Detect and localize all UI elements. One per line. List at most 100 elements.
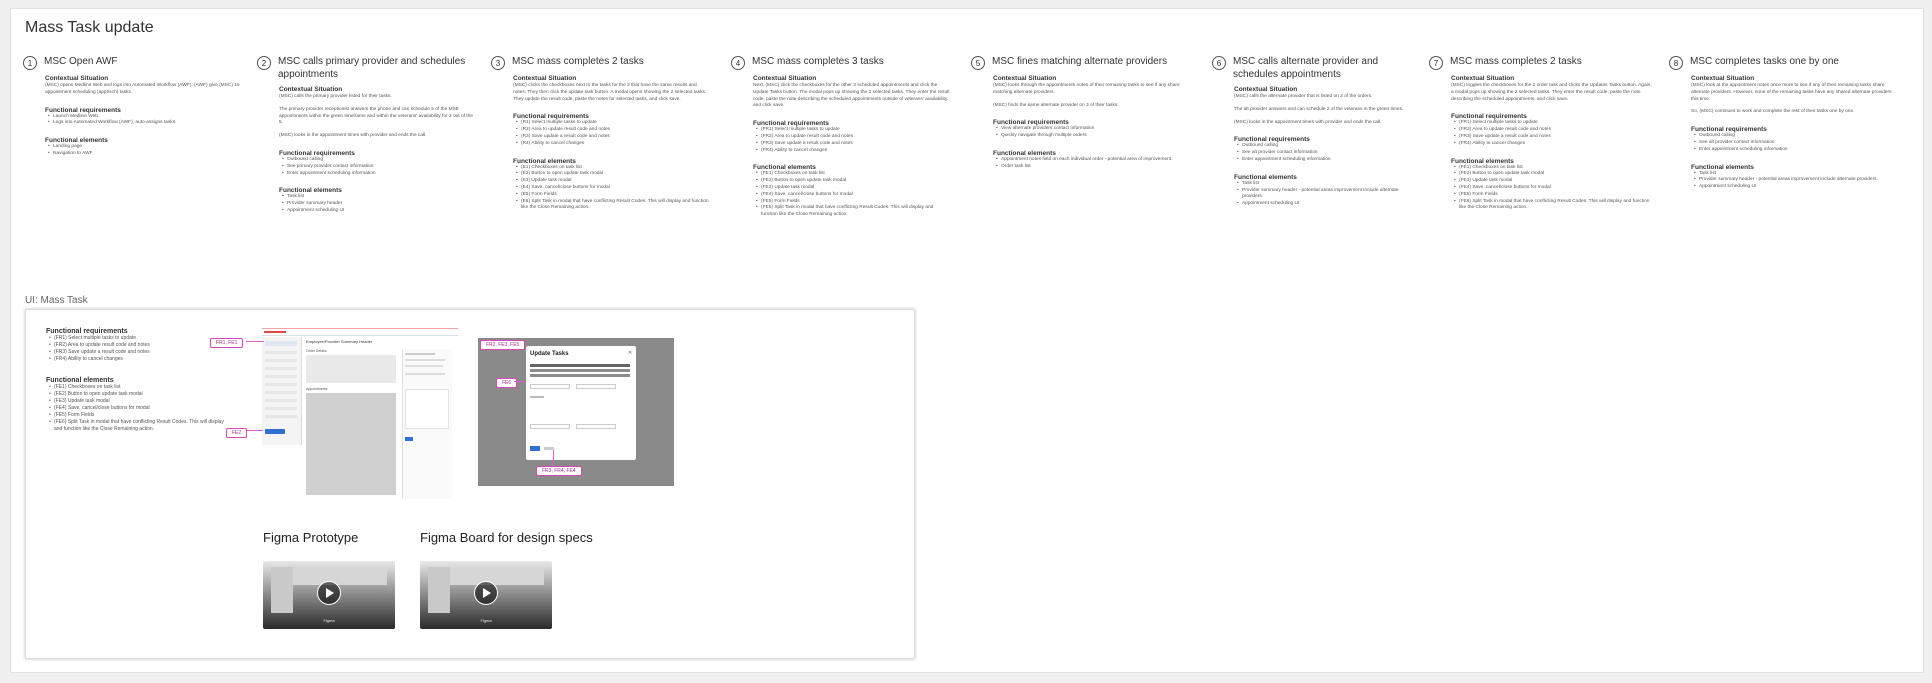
section-heading: Contextual Situation [1234,86,1298,93]
step-number: 2 [257,56,271,70]
step-1: 1 MSC Open AWF Contextual Situation (MSC) o… [23,55,243,158]
task-list-screenshot[interactable]: Employee/Provider Summary Header Order D… [262,328,458,506]
section-heading: Functional elements [1691,163,1754,171]
section-paragraph: (MSC) opens Medline Web and logs into Au… [45,83,240,95]
section-paragraph: Next, (MSC) click the checkboxes for the… [753,83,950,109]
list-item: (FR2) Area to update result code and not… [753,134,951,141]
list-item: Enter appointment scheduling information [1691,147,1894,154]
list-item: (E5) Form Fields [513,192,711,199]
step-2: 2 MSC calls primary provider and schedule… [257,55,477,215]
section-heading: Functional elements [279,187,342,195]
section-heading: Functional elements [993,149,1056,157]
section-heading: Contextual Situation [279,86,343,93]
step-number: 4 [731,56,745,70]
modal-close-icon[interactable]: ✕ [628,350,632,356]
step-number: 3 [491,56,505,70]
list-item: (FR4) Ability to cancel changes [753,148,951,155]
annotation-fr3-fe4: FR3, FR4, FE4 [536,466,582,476]
list-item: (R3) Save update a result code and notes [513,134,711,141]
section-heading: Contextual Situation [1691,75,1755,82]
list-item: (FE3) Update task modal [46,398,226,405]
step-6: 6 MSC calls alternate provider and schedu… [1212,55,1417,208]
section-paragraph: (MSC) looks through the appointments not… [993,83,1180,95]
list-item: (FE3) Update task modal [1451,178,1654,185]
section-paragraph: (MSC) finds the same alternate provider … [993,102,1119,108]
section-paragraph: (MSC) look at the appointment notes once… [1691,83,1892,102]
list-item: (R2) Area to update result code and note… [513,127,711,134]
provider-summary-header: Employee/Provider Summary Header [306,339,373,344]
list-item: See alt provider contact information [1234,150,1417,157]
section-paragraph: (MSC) calls the primary provider listed … [279,94,392,99]
ui-req-list: (FR1) Select multiple tasks to update(FR… [46,335,226,363]
figma-board-video[interactable]: Figma [420,561,552,629]
list-item: Outbound calling [1691,133,1894,140]
list-item: (FE5) Form Fields [1451,192,1654,199]
section-paragraph: (MSC) calls the alternate provider that … [1234,94,1373,99]
list-item: (FR3) Save update a result code and note… [753,141,951,148]
section-heading: Contextual Situation [993,75,1057,82]
list-item: Appointment scheduling UI [1234,201,1417,208]
list-item: (FE1) Checkboxes on task list [46,384,226,391]
step-title: MSC completes tasks one by one [1690,56,1839,67]
section-paragraph: (MSC) toggles the checkboxes for the 2 o… [1451,83,1652,102]
ui-mass-task-panel: Functional requirements (FR1) Select mul… [25,309,915,659]
list-item: (FE3) Update task modal [753,185,951,192]
list-item: Enter appointment scheduling information [1234,157,1417,164]
step-title: MSC Open AWF [44,56,118,67]
list-item: Landing page [45,144,243,151]
list-item: (FE6) Split Task in modal that have conf… [1451,199,1654,213]
play-icon[interactable] [474,581,498,605]
list-item: (R4) Ability to cancel changes [513,141,711,148]
section-heading: Contextual Situation [45,75,109,82]
section-heading: Functional requirements [45,106,121,114]
step-4: 4 MSC mass completes 3 tasks Contextual Si… [731,55,951,219]
list-item: (FE6) Split Task in modal that have conf… [753,205,951,219]
list-item: See alt provider contact information [1691,140,1894,147]
list-item: (E4) Save, cancel/close buttons for moda… [513,185,711,192]
list-item: (FE4) Save, cancel/close buttons for mod… [753,192,951,199]
list-item: (E6) Split Task in modal that have confl… [513,199,711,213]
section-heading: Contextual Situation [513,75,577,82]
list-item: See primary provider contact information [279,164,477,171]
list-item: Appointment notes field on each individu… [993,157,1196,164]
list-item: (FR4) Ability to cancel changes [46,356,226,363]
step-title: MSC fines matching alternate providers [992,56,1168,67]
figma-board-label: Figma Board for design specs [420,530,593,545]
update-tasks-modal-screenshot[interactable]: Update Tasks ✕ [478,338,674,486]
step-number: 1 [23,56,37,70]
list-item: (FR1) Select multiple tasks to update [46,335,226,342]
ui-req-heading: Functional requirements [46,328,128,335]
list-item: Order task list [993,164,1196,171]
figma-caption: Figma [323,618,335,623]
step-number: 6 [1212,56,1226,70]
list-item: (FR1) Select multiple tasks to update [753,127,951,134]
step-7: 7 MSC mass completes 2 tasks Contextual Si… [1429,55,1654,212]
step-number: 8 [1669,56,1683,70]
section-heading: Functional requirements [279,149,355,157]
annotation-fe2: FE2 [226,428,248,438]
step-title: MSC calls primary provider and schedules… [278,56,466,80]
figma-prototype-label: Figma Prototype [263,530,359,545]
list-item: (FE4) Save, cancel/close buttons for mod… [1451,185,1654,192]
appointments-label: Appointments [306,387,328,391]
list-item: Navigation to AWF [45,151,243,158]
list-item: (FR3) Save update a result code and note… [1451,134,1654,141]
list-item: (FE2) Button to open update task modal [753,178,951,185]
ui-requirements-text: Functional requirements (FR1) Select mul… [46,328,226,433]
board-title: Mass Task update [25,19,154,36]
list-item: (FR3) Save update a result code and note… [46,349,226,356]
list-item: Logs into Automated Workflow (AWF), auto… [45,120,243,127]
order-details-label: Order Details [306,349,327,353]
annotation-fr2-fe5: FR2, FE3, FE5 [480,340,526,350]
ui-section-label: UI: Mass Task [25,295,88,306]
step-5: 5 MSC fines matching alternate providers C… [971,55,1196,171]
play-icon[interactable] [317,581,341,605]
list-item: Outbound calling [279,157,477,164]
list-item: (FR2) Area to update result code and not… [46,342,226,349]
section-paragraph: The alt provider answers and can schedul… [1234,106,1404,112]
list-item: (FR4) Ability to cancel changes [1451,141,1654,148]
figma-caption: Figma [480,618,492,623]
figma-prototype-video[interactable]: Figma [263,561,395,629]
list-item: (FR2) Area to update result code and not… [1451,127,1654,134]
annotation-fr1-fe1: FR1, FE1 [210,338,244,348]
